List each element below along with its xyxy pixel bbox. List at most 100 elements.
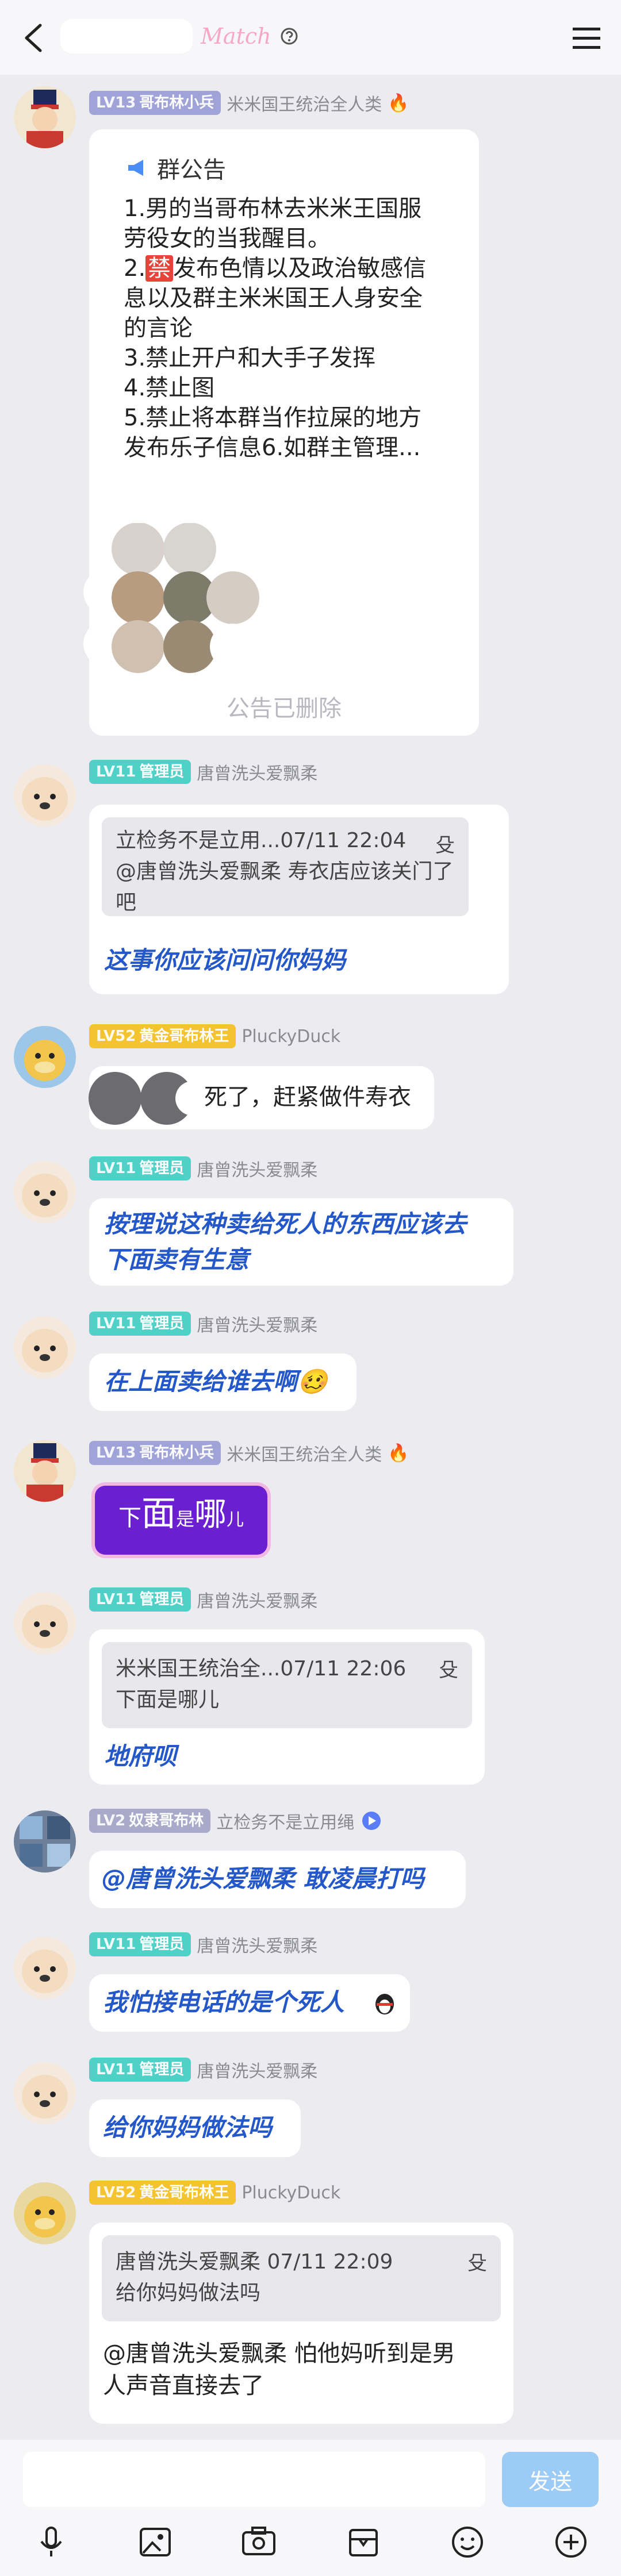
image-icon[interactable] <box>135 2522 175 2562</box>
quote-body: 下面是哪儿 <box>116 1688 220 1712</box>
avatar[interactable] <box>14 86 76 148</box>
rank-badge: LV11 管理员 <box>89 1312 191 1336</box>
pin-icon[interactable]: ⽎ <box>435 830 455 861</box>
sender-name[interactable]: 唐曾洗头爱飘柔 <box>197 1311 317 1336</box>
back-arrow-icon[interactable] <box>17 21 52 55</box>
blurred-image-grid <box>83 523 259 673</box>
sender-meta: LV11 管理员 唐曾洗头爱飘柔 <box>89 759 317 785</box>
plus-icon[interactable] <box>551 2522 591 2562</box>
avatar[interactable] <box>14 1161 76 1223</box>
sender-name[interactable]: PluckyDuck <box>241 2183 340 2203</box>
avatar[interactable] <box>14 1810 76 1873</box>
input-bar: 发送 <box>0 2440 621 2576</box>
dog-avatar-icon <box>22 1329 68 1372</box>
sender-meta: LV52 黄金哥布林王 PluckyDuck <box>89 2179 340 2206</box>
dog-avatar-icon <box>22 777 68 821</box>
sender-meta: LV11 管理员 唐曾洗头爱飘柔 <box>89 1155 317 1182</box>
avatar[interactable] <box>14 1592 76 1654</box>
gift-icon[interactable] <box>343 2522 384 2562</box>
rank-badge: LV11 管理员 <box>89 1932 191 1956</box>
camera-icon[interactable] <box>239 2522 279 2562</box>
message-bubble[interactable]: 立检务不是立用...07/11 22:04 @唐曾洗头爱飘柔 寿衣店应该关门了吧… <box>89 805 509 994</box>
title-redacted <box>60 19 193 53</box>
sender-name[interactable]: 唐曾洗头爱飘柔 <box>197 1156 317 1181</box>
quote-body: 给你妈妈做法吗 <box>116 2281 261 2305</box>
penguin-emoji-icon <box>375 1994 394 2014</box>
quote-header: 米米国王统治全...07/11 22:06 <box>116 1657 407 1681</box>
message-text: @唐曾洗头爱飘柔 怕他妈听到是男 人声音直接去了 <box>103 2340 455 2399</box>
avatar[interactable] <box>14 2062 76 2124</box>
rank-badge: LV11 管理员 <box>89 760 191 784</box>
message-bubble[interactable]: 米米国王统治全...07/11 22:06 下面是哪儿 ⽎ 地府呗 <box>89 1629 485 1785</box>
announcement-line: 的言论 <box>124 315 193 341</box>
avatar[interactable] <box>14 1316 76 1378</box>
mic-icon[interactable] <box>31 2522 71 2562</box>
dog-avatar-icon <box>22 1174 68 1217</box>
sticker-message[interactable]: 下 面 是 哪 儿 <box>80 1474 288 1572</box>
fire-icon: 🔥 <box>388 1443 409 1463</box>
sender-meta: LV11 管理员 唐曾洗头爱飘柔 <box>89 2056 317 2083</box>
duck-avatar-icon <box>24 2196 66 2237</box>
sticker: 下 面 是 哪 儿 <box>95 1486 267 1555</box>
pin-icon[interactable]: ⽎ <box>439 1655 458 1686</box>
blurred-emoji <box>89 1072 210 1125</box>
announcement-card[interactable]: 群公告 1.男的当哥布林去米米王国服 劳役女的当我醒目。 2. 禁发布色情以及政治… <box>83 129 479 736</box>
sender-name[interactable]: 唐曾洗头爱飘柔 <box>197 759 317 785</box>
sender-name[interactable]: 唐曾洗头爱飘柔 <box>197 2057 317 2082</box>
message-text: 地府呗 <box>104 1742 177 1770</box>
dog-avatar-icon <box>22 1950 68 1993</box>
announcement-line: 劳役女的当我醒目。 <box>124 225 331 252</box>
message-input[interactable] <box>23 2452 485 2507</box>
rank-badge: LV52 黄金哥布林王 <box>89 1024 236 1048</box>
mosaic-avatar-icon <box>20 1816 70 1867</box>
rank-badge: LV11 管理员 <box>89 1587 191 1612</box>
message-bubble[interactable]: 在上面卖给谁去啊🥴 <box>89 1354 356 1411</box>
announcement-line: 发布乐子信息6.如群主管理... <box>124 435 421 461</box>
message-bubble[interactable]: @唐曾洗头爱飘柔 敢凌晨打吗 <box>89 1851 466 1908</box>
megaphone-icon <box>128 160 143 176</box>
group-title: Match <box>60 16 299 56</box>
quoted-message[interactable]: 立检务不是立用...07/11 22:04 @唐曾洗头爱飘柔 寿衣店应该关门了吧… <box>102 817 469 916</box>
ban-emoji: 禁 <box>145 255 174 282</box>
sender-name[interactable]: 唐曾洗头爱飘柔 <box>197 1587 317 1612</box>
message-text: 给你妈妈做法吗 <box>103 2113 273 2141</box>
announcement-line: 息以及群主米米国王人身安全 <box>124 285 423 312</box>
message-bubble[interactable]: 给你妈妈做法吗 <box>89 2100 301 2157</box>
announcement-line: 4.禁止图 <box>124 375 215 401</box>
top-bar: Match <box>0 0 621 75</box>
quoted-message[interactable]: 米米国王统治全...07/11 22:06 下面是哪儿 ⽎ <box>102 1642 472 1728</box>
dog-avatar-icon <box>22 1605 68 1648</box>
announcement-line: 3.禁止开户和大手子发挥 <box>124 345 376 371</box>
avatar[interactable] <box>14 764 76 826</box>
sender-name[interactable]: 米米国王统治全人类 <box>227 90 382 116</box>
avatar[interactable] <box>14 2182 76 2244</box>
message-text: 死了，赶紧做件寿衣 <box>204 1084 411 1110</box>
message-bubble[interactable]: 我怕接电话的是个死人 <box>89 1974 410 2032</box>
sender-meta: LV52 黄金哥布林王 PluckyDuck <box>89 1023 340 1049</box>
rank-badge: LV52 黄金哥布林王 <box>89 2181 236 2205</box>
sender-name[interactable]: 唐曾洗头爱飘柔 <box>197 1932 317 1957</box>
sender-meta: LV11 管理员 唐曾洗头爱飘柔 <box>89 1931 317 1958</box>
quoted-message[interactable]: 唐曾洗头爱飘柔 07/11 22:09 给你妈妈做法吗 ⽎ <box>102 2235 501 2321</box>
message-bubble[interactable]: 死了，赶紧做件寿衣 <box>89 1066 434 1129</box>
help-icon[interactable] <box>279 26 299 46</box>
sender-name[interactable]: 立检务不是立用绳 <box>216 1808 354 1833</box>
sender-meta: LV11 管理员 唐曾洗头爱飘柔 <box>89 1586 317 1613</box>
dog-avatar-icon <box>22 2075 68 2119</box>
emoji-icon[interactable] <box>447 2522 488 2562</box>
rank-badge: LV11 管理员 <box>89 2058 191 2082</box>
send-button[interactable]: 发送 <box>502 2452 599 2507</box>
menu-icon[interactable] <box>569 24 604 53</box>
sender-name[interactable]: 米米国王统治全人类 <box>227 1440 382 1466</box>
sender-name[interactable]: PluckyDuck <box>241 1026 340 1047</box>
announcement-title: 群公告 <box>157 157 226 183</box>
sender-meta: LV2 奴隶哥布林 立检务不是立用绳 <box>89 1808 383 1834</box>
rank-badge: LV13 哥布林小兵 <box>89 1441 221 1465</box>
message-bubble[interactable]: 按理说这种卖给死人的东西应该去 下面卖有生意 <box>89 1198 513 1286</box>
avatar[interactable] <box>14 1440 76 1502</box>
pin-icon[interactable]: ⽎ <box>467 2248 487 2279</box>
message-bubble[interactable]: 唐曾洗头爱飘柔 07/11 22:09 给你妈妈做法吗 ⽎ @唐曾洗头爱飘柔 怕… <box>89 2223 513 2424</box>
avatar[interactable] <box>14 1026 76 1088</box>
message-text: 这事你应该问问你妈妈 <box>104 946 346 974</box>
avatar[interactable] <box>14 1937 76 1999</box>
